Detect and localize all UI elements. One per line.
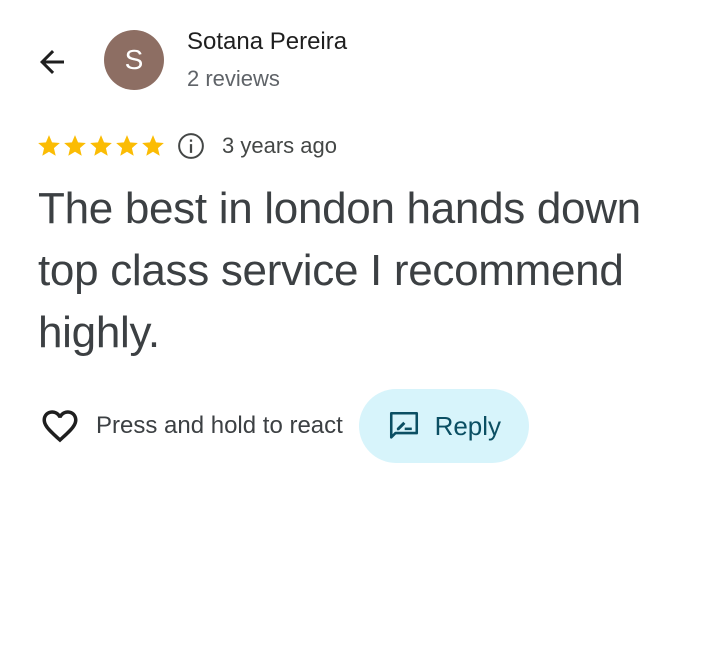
avatar-initial: S — [124, 44, 144, 75]
reply-label: Reply — [434, 410, 502, 441]
reply-icon — [389, 411, 418, 439]
star-rating — [36, 133, 166, 159]
review-time: 3 years ago — [222, 133, 337, 158]
star-icon — [38, 135, 60, 156]
reviewer-name[interactable]: Sotana Pereira — [187, 28, 347, 56]
reply-button[interactable]: Reply — [358, 389, 529, 463]
star-icon — [90, 135, 112, 156]
star-icon — [142, 135, 164, 156]
info-icon[interactable] — [176, 131, 206, 161]
star-icon — [116, 135, 138, 156]
actions-row: Press and hold to react Reply — [38, 388, 529, 464]
react-button[interactable] — [38, 404, 82, 448]
star-icon — [64, 135, 86, 156]
review-count: 2 reviews — [187, 66, 280, 91]
avatar[interactable]: S — [104, 30, 164, 90]
rating-row: 3 years ago — [36, 130, 337, 162]
back-button[interactable] — [28, 38, 76, 86]
arrow-back-icon — [40, 50, 64, 74]
review-text: The best in london hands down top class … — [38, 184, 641, 357]
heart-outline-icon — [42, 410, 78, 443]
react-hint: Press and hold to react — [96, 412, 343, 439]
